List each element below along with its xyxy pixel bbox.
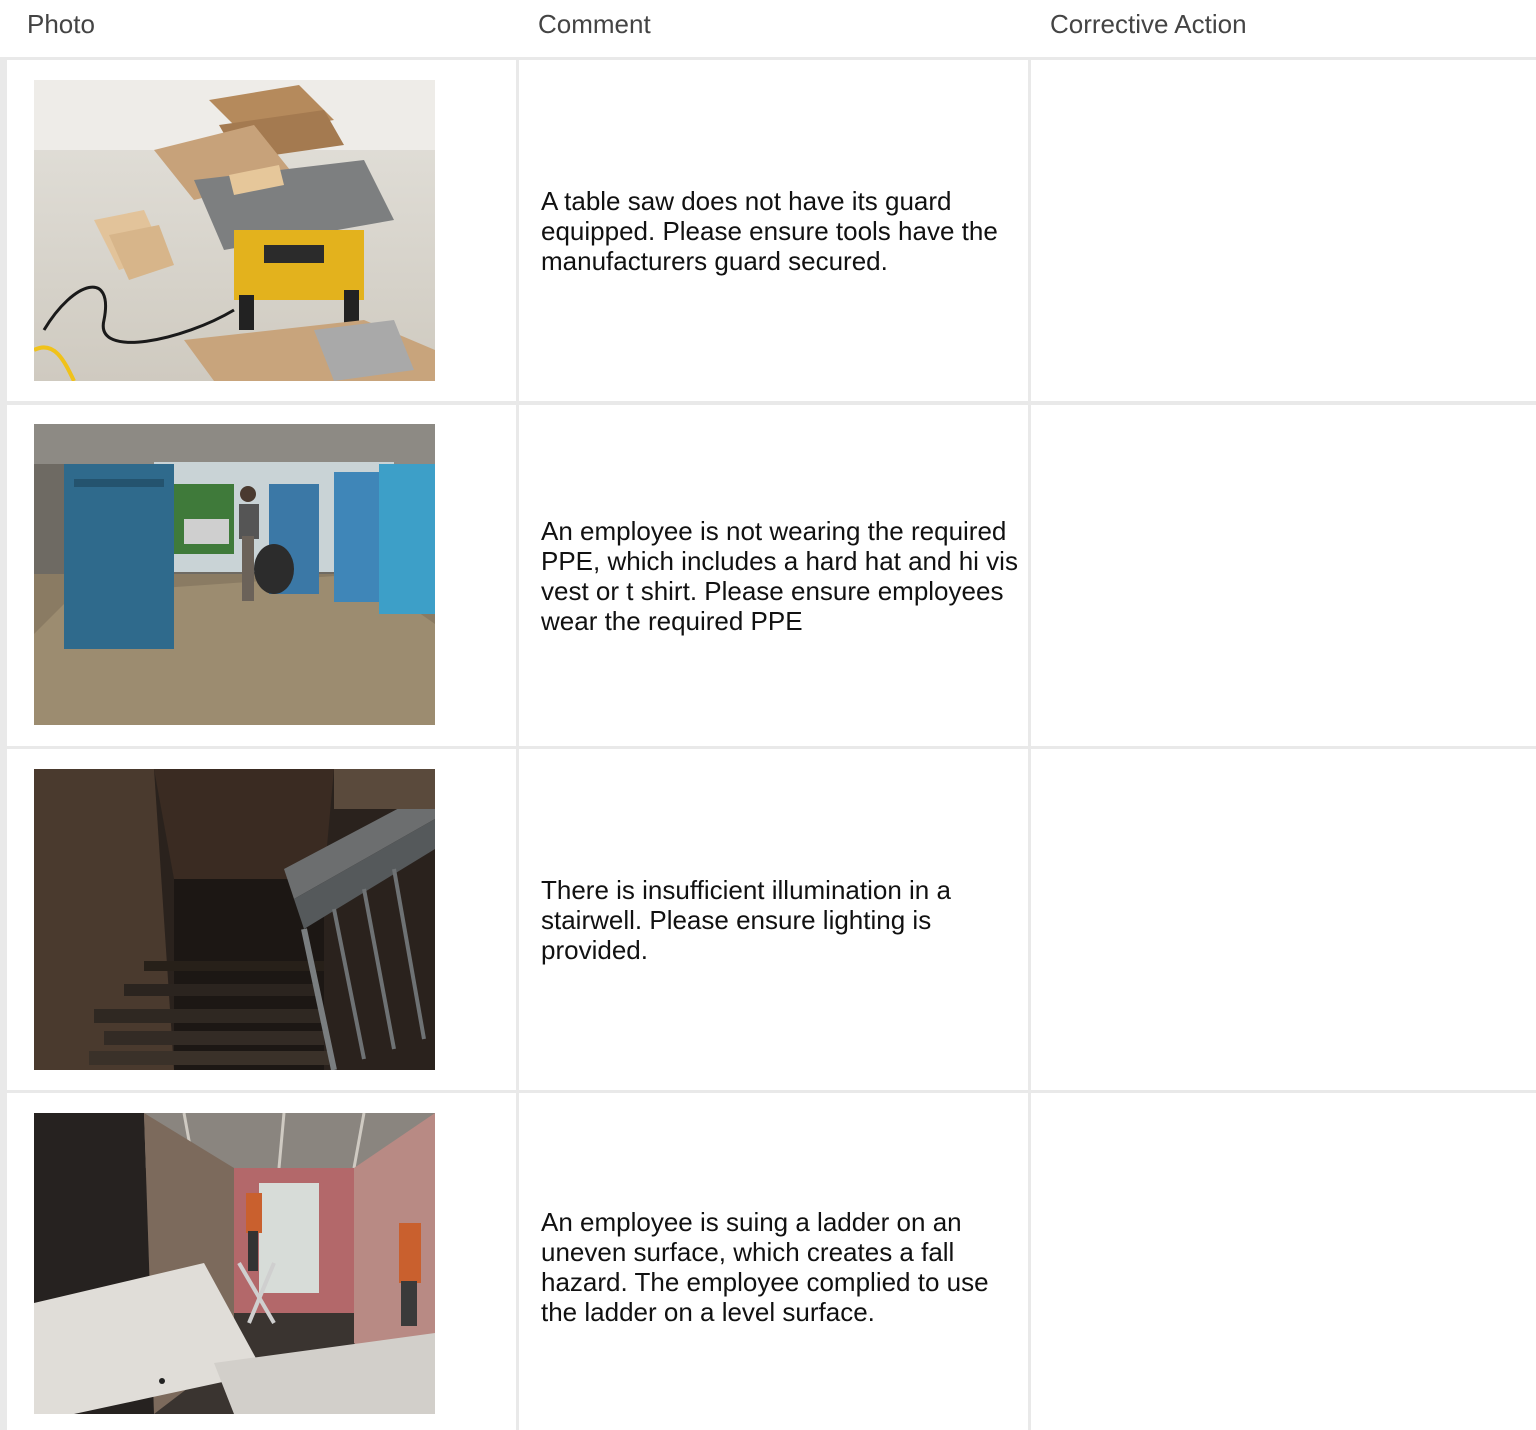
- photo-column-header: Photo: [27, 9, 95, 39]
- comment-column-header: Comment: [538, 9, 651, 39]
- dark-stairwell-photo: [34, 769, 435, 1070]
- comment-text: A table saw does not have its guard equi…: [541, 185, 998, 276]
- comment-cell: An employee is not wearing the required …: [519, 405, 1028, 746]
- photo-cell: [7, 60, 516, 401]
- comment-cell: An employee is suing a ladder on an unev…: [519, 1093, 1028, 1430]
- corrective-action-column-header: Corrective Action: [1050, 9, 1247, 39]
- employee-ppe-photo: [34, 424, 435, 725]
- comment-text: An employee is not wearing the required …: [541, 515, 1018, 636]
- photo-cell: [7, 1093, 516, 1430]
- table-saw-photo: [34, 80, 435, 381]
- photo-cell: [7, 405, 516, 746]
- comment-text: There is insufficient illumination in a …: [541, 874, 951, 965]
- table-header: Photo Comment Corrective Action: [0, 0, 1536, 58]
- corrective-action-cell: [1031, 749, 1536, 1090]
- corrective-action-cell: [1031, 1093, 1536, 1430]
- corrective-action-cell: [1031, 405, 1536, 746]
- inspection-table: A table saw does not have its guard equi…: [0, 57, 1536, 1430]
- corrective-action-cell: [1031, 60, 1536, 401]
- comment-cell: A table saw does not have its guard equi…: [519, 60, 1028, 401]
- comment-cell: There is insufficient illumination in a …: [519, 749, 1028, 1090]
- photo-cell: [7, 749, 516, 1090]
- comment-text: An employee is suing a ladder on an unev…: [541, 1206, 989, 1327]
- ladder-uneven-surface-photo: [34, 1113, 435, 1414]
